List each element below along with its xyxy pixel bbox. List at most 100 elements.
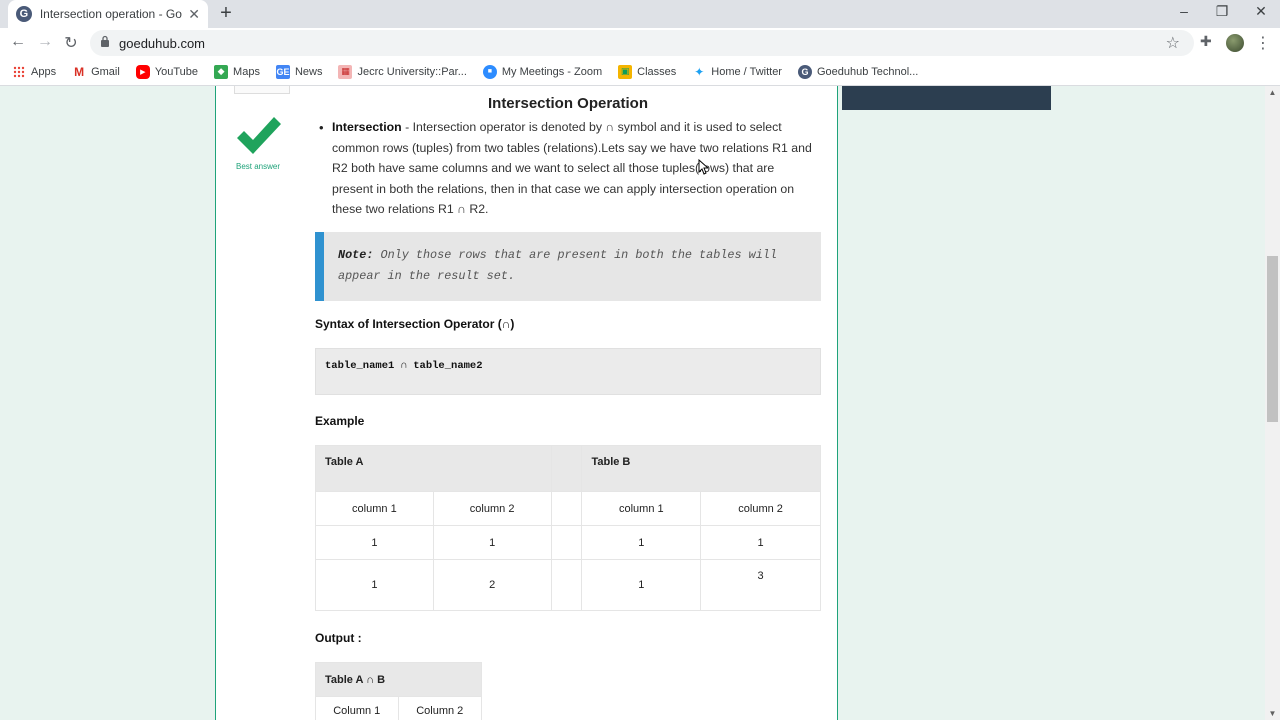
youtube-icon: ▶ — [135, 64, 150, 79]
bookmark-label: Apps — [31, 65, 57, 78]
table-spacer — [550, 559, 583, 611]
intersection-description: Intersection - Intersection operator is … — [332, 117, 818, 220]
example-table: Table A Table B column 1 column 2 column… — [315, 445, 821, 611]
syntax-code-block: table_name1 ∩ table_name2 — [315, 348, 821, 395]
goeduhub-icon: G — [797, 64, 812, 79]
bookmark-jecrc[interactable]: ▦ Jecrc University::Par... — [338, 64, 467, 79]
tab-strip: G Intersection operation - Goeduhub ✕ + … — [0, 0, 1280, 28]
bullet-icon: • — [319, 120, 324, 135]
bookmark-label: YouTube — [154, 65, 199, 78]
description-text: - Intersection operator is denoted by ∩ … — [332, 120, 812, 216]
table-b-header: Table B — [581, 445, 821, 492]
table-cell: Column 1 — [315, 696, 399, 720]
jecrc-icon: ▦ — [338, 64, 353, 79]
bookmark-label: My Meetings - Zoom — [501, 65, 603, 78]
minimize-icon[interactable]: – — [1174, 3, 1194, 19]
zoom-icon: ■ — [482, 64, 497, 79]
best-answer-panel: Best answer Intersection Operation • Int… — [215, 86, 838, 720]
table-cell: 3 — [700, 559, 821, 611]
classes-icon: ▣ — [618, 64, 633, 79]
goeduhub-favicon-icon: G — [16, 6, 32, 22]
table-cell: 1 — [700, 525, 821, 560]
maps-icon: ◆ — [214, 64, 229, 79]
page-viewport: Best answer Intersection Operation • Int… — [0, 86, 1280, 720]
bookmark-gmail[interactable]: M Gmail — [72, 65, 120, 79]
table-cell: column 1 — [315, 491, 434, 526]
bookmark-apps[interactable]: Apps — [12, 65, 56, 79]
browser-toolbar: ← → ↻ goeduhub.com ☆ ✚ ⋮ — [0, 28, 1280, 58]
profile-avatar[interactable] — [1226, 34, 1244, 52]
note-text: Only those rows that are present in both… — [338, 248, 777, 283]
gmail-icon: M — [74, 64, 85, 79]
scroll-down-arrow-icon[interactable]: ▼ — [1265, 709, 1280, 718]
output-table: Table A ∩ B Column 1 Column 2 — [315, 662, 482, 720]
apps-grid-icon — [12, 65, 26, 79]
sidebar-banner — [842, 86, 1051, 110]
bookmark-youtube[interactable]: ▶ YouTube — [135, 64, 199, 79]
back-button[interactable]: ← — [8, 33, 28, 51]
lock-icon — [101, 35, 109, 47]
twitter-icon: ✦ — [694, 64, 705, 79]
bookmark-label: Jecrc University::Par... — [357, 65, 467, 78]
bookmark-label: Home / Twitter — [711, 65, 782, 78]
table-cell: column 2 — [432, 491, 552, 526]
kebab-menu-icon[interactable]: ⋮ — [1255, 33, 1271, 53]
scrollbar-thumb[interactable] — [1267, 256, 1278, 422]
forward-button[interactable]: → — [35, 33, 55, 51]
term: Intersection — [332, 120, 402, 134]
table-cell: column 2 — [700, 491, 821, 526]
table-row: column 1 column 2 column 1 column 2 — [315, 491, 821, 526]
bookmark-label: News — [294, 65, 323, 78]
bookmark-label: Gmail — [91, 65, 120, 78]
tab-title: Intersection operation - Goeduhub — [39, 7, 182, 21]
restore-icon[interactable]: ❐ — [1212, 3, 1232, 20]
syntax-heading: Syntax of Intersection Operator (∩) — [315, 317, 515, 331]
table-row: Column 1 Column 2 — [315, 696, 482, 720]
table-cell: 1 — [581, 525, 702, 560]
table-cell: 1 — [581, 559, 702, 611]
close-window-icon[interactable]: ✕ — [1251, 3, 1271, 20]
example-heading: Example — [315, 414, 365, 428]
table-row: 1 2 1 3 — [315, 559, 821, 611]
table-cell: 2 — [432, 559, 552, 611]
close-tab-icon[interactable]: ✕ — [188, 6, 200, 23]
bookmark-twitter[interactable]: ✦ Home / Twitter — [692, 65, 782, 79]
bookmark-label: Maps — [233, 65, 260, 78]
news-icon: GE — [275, 64, 290, 79]
reload-button[interactable]: ↻ — [61, 33, 81, 53]
bookmarks-bar: Apps M Gmail ▶ YouTube ◆ Maps GE News ▦ … — [0, 58, 1280, 86]
bookmark-label: Classes — [637, 65, 677, 78]
answer-title: Intersection Operation — [487, 95, 649, 112]
vote-stub — [234, 86, 290, 94]
note-label: Note: — [338, 248, 374, 262]
best-answer-label: Best answer — [235, 162, 281, 171]
table-a-header: Table A — [315, 445, 552, 492]
output-heading: Output : — [315, 631, 362, 645]
table-cell: column 1 — [581, 491, 702, 526]
best-answer-check-icon — [237, 117, 281, 154]
table-spacer — [550, 445, 583, 492]
bookmark-label: Goeduhub Technol... — [816, 65, 919, 78]
page-scrollbar[interactable]: ▲ ▼ — [1265, 86, 1280, 720]
address-bar[interactable]: goeduhub.com ☆ — [90, 30, 1194, 56]
table-spacer — [550, 491, 583, 526]
scroll-up-arrow-icon[interactable]: ▲ — [1265, 88, 1280, 97]
bookmark-zoom[interactable]: ■ My Meetings - Zoom — [482, 64, 603, 79]
table-row: 1 1 1 1 — [315, 525, 821, 560]
bookmark-maps[interactable]: ◆ Maps — [214, 64, 260, 79]
table-cell: Column 2 — [397, 696, 482, 720]
mouse-cursor-icon — [698, 159, 708, 175]
bookmark-goeduhub[interactable]: G Goeduhub Technol... — [797, 64, 919, 79]
browser-tab[interactable]: G Intersection operation - Goeduhub ✕ — [8, 0, 208, 28]
table-cell: 1 — [432, 525, 552, 560]
new-tab-button[interactable]: + — [216, 2, 236, 25]
url-text: goeduhub.com — [119, 36, 206, 51]
bookmark-news[interactable]: GE News — [275, 64, 323, 79]
note-box: Note: Only those rows that are present i… — [315, 232, 821, 301]
table-spacer — [550, 525, 583, 560]
bookmark-star-icon[interactable]: ☆ — [1166, 33, 1180, 53]
bookmark-classes[interactable]: ▣ Classes — [618, 64, 677, 79]
output-table-header: Table A ∩ B — [315, 662, 482, 697]
table-cell: 1 — [315, 525, 434, 560]
extensions-puzzle-icon[interactable]: ✚ — [1200, 33, 1212, 50]
